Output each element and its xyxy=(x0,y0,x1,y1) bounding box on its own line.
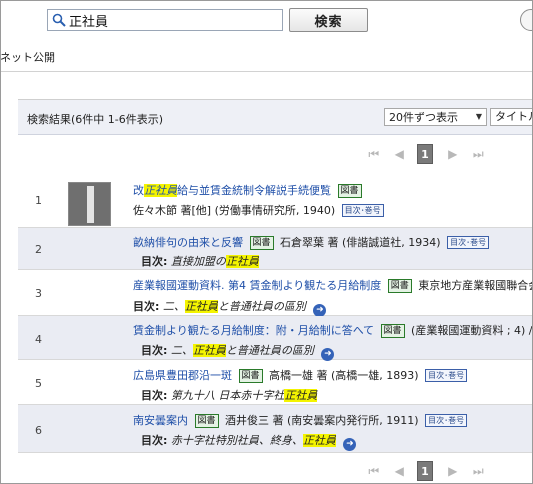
toc-volume-button[interactable]: 目次･巻号 xyxy=(425,414,468,427)
search-input[interactable]: 正社員 xyxy=(47,9,283,31)
result-title-link[interactable]: 賃金制より観たる月給制度：附・月給制に答へて xyxy=(133,324,374,337)
help-circle-icon[interactable] xyxy=(520,9,533,31)
result-title-link[interactable]: 南安曇案内 xyxy=(133,414,188,427)
result-number: 1 xyxy=(35,194,42,207)
next-page-icon[interactable]: ▶ xyxy=(445,144,461,164)
result-row: 6 南安曇案内 図書 酒井俊三 著 (南安曇案内発行所, 1911) 目次･巻号… xyxy=(18,405,533,453)
per-page-value: 20件ずつ表示 xyxy=(389,111,458,124)
nav-item-internet-public[interactable]: ネット公開 xyxy=(0,49,55,65)
prev-page-icon[interactable]: ◀ xyxy=(392,461,408,481)
toc-label: 目次: xyxy=(141,255,168,268)
toc-volume-button[interactable]: 目次･巻号 xyxy=(341,204,384,217)
book-badge: 図書 xyxy=(238,369,263,383)
result-row: 5 広島県豊田郡沿一斑 図書 高橋一雄 著 (高橋一雄, 1893) 目次･巻号… xyxy=(18,360,533,405)
result-number: 4 xyxy=(35,333,42,346)
result-title-line: 産業報國運動資料. 第4 賃金制より観たる月給制度 図書 東京地方産業報國聯合会 xyxy=(133,277,533,293)
results-count: 検索結果(6件中 1-6件表示) xyxy=(27,113,164,126)
result-row: 2 畝納俳句の由来と反響 図書 石倉翠葉 著 (俳諧誠道社, 1934) 目次･… xyxy=(18,228,533,270)
toc-volume-button[interactable]: 目次･巻号 xyxy=(447,236,490,249)
result-toc-line: 目次: 直接加盟の正社員 xyxy=(141,253,259,269)
nav-strip: ネット公開 xyxy=(0,40,533,72)
book-badge: 図書 xyxy=(380,324,405,338)
toc-volume-button[interactable]: 目次･巻号 xyxy=(425,369,468,382)
toc-text: 赤十字社特別社員、終身、正社員 xyxy=(170,434,336,447)
book-badge: 図書 xyxy=(337,184,362,198)
search-button[interactable]: 検索 xyxy=(289,8,368,32)
toc-text: 二、正社員と普通社員の區別 xyxy=(162,300,306,313)
book-badge: 図書 xyxy=(387,279,412,293)
toc-label: 目次: xyxy=(141,434,168,447)
toc-label: 目次: xyxy=(133,300,160,313)
current-page[interactable]: 1 xyxy=(417,144,433,164)
results-header: 検索結果(6件中 1-6件表示) 20件ずつ表示 ▼ タイトル xyxy=(18,100,533,135)
book-badge: 図書 xyxy=(249,236,274,250)
result-author: 石倉翠葉 著 (俳諧誠道社, 1934) xyxy=(280,236,441,249)
first-page-icon[interactable]: ⏮ xyxy=(366,461,382,481)
result-title-link[interactable]: 畝納俳句の由来と反響 xyxy=(133,236,243,249)
result-number: 5 xyxy=(35,377,42,390)
next-page-icon[interactable]: ▶ xyxy=(445,461,461,481)
arrow-right-icon[interactable]: ➜ xyxy=(343,438,357,451)
result-title-line: 南安曇案内 図書 酒井俊三 著 (南安曇案内発行所, 1911) 目次･巻号 xyxy=(133,412,468,428)
prev-page-icon[interactable]: ◀ xyxy=(392,144,408,164)
result-toc-line: 目次: 第九十八 日本赤十字社正社員 xyxy=(141,387,318,403)
toc-label: 目次: xyxy=(141,344,168,357)
result-title-line: 改正社員給与並賃金統制令解説手続便覧 図書 xyxy=(133,182,365,198)
result-row: 4 賃金制より観たる月給制度：附・月給制に答へて 図書 (産業報國運動資料 ; … xyxy=(18,316,533,361)
toc-text: 第九十八 日本赤十字社正社員 xyxy=(170,389,318,402)
result-title-line: 賃金制より観たる月給制度：附・月給制に答へて 図書 (産業報國運動資料 ; 4)… xyxy=(133,322,533,338)
result-toc-line: 目次: 赤十字社特別社員、終身、正社員 ➜ xyxy=(141,432,357,451)
last-page-icon[interactable]: ⏭ xyxy=(471,461,487,481)
result-row: 1 改正社員給与並賃金統制令解説手続便覧 図書 佐々木節 著[他] (労働事情研… xyxy=(18,171,533,228)
current-page[interactable]: 1 xyxy=(417,461,433,481)
results-panel: 検索結果(6件中 1-6件表示) 20件ずつ表示 ▼ タイトル ⏮ ◀ 1 ▶ … xyxy=(18,99,533,484)
result-row: 3 産業報國運動資料. 第4 賃金制より観たる月給制度 図書 東京地方産業報國聯… xyxy=(18,270,533,317)
chevron-down-icon: ▼ xyxy=(475,112,482,121)
result-number: 2 xyxy=(35,243,42,256)
first-page-icon[interactable]: ⏮ xyxy=(366,144,382,164)
result-title-link[interactable]: 広島県豊田郡沿一斑 xyxy=(133,369,232,382)
toc-label: 目次: xyxy=(141,389,168,402)
result-author: 東京地方産業報國聯合会 xyxy=(418,279,533,292)
result-author-line: 佐々木節 著[他] (労働事情研究所, 1940) 目次･巻号 xyxy=(133,202,384,218)
result-author: 佐々木節 著[他] (労働事情研究所, 1940) xyxy=(133,204,336,217)
result-title-line: 畝納俳句の由来と反響 図書 石倉翠葉 著 (俳諧誠道社, 1934) 目次･巻号 xyxy=(133,234,490,250)
result-title-link[interactable]: 産業報國運動資料. 第4 賃金制より観たる月給制度 xyxy=(133,279,381,292)
pager-bottom: ⏮ ◀ 1 ▶ ⏭ xyxy=(366,460,496,482)
book-badge: 図書 xyxy=(194,414,219,428)
result-toc-line: 目次: 二、正社員と普通社員の區別 ➜ xyxy=(133,298,327,317)
search-query: 正社員 xyxy=(69,14,109,30)
sort-select[interactable]: タイトル xyxy=(490,108,533,126)
book-thumbnail[interactable] xyxy=(68,182,111,226)
pager-top: ⏮ ◀ 1 ▶ ⏭ xyxy=(366,143,496,165)
result-number: 3 xyxy=(35,287,42,300)
toc-text: 二、正社員と普通社員の區別 xyxy=(170,344,314,357)
result-author: 酒井俊三 著 (南安曇案内発行所, 1911) xyxy=(225,414,419,427)
result-author: (産業報國運動資料 ; 4) / 東 xyxy=(411,324,533,337)
result-toc-line: 目次: 二、正社員と普通社員の區別 ➜ xyxy=(141,342,335,361)
search-bar: 正社員 検索 xyxy=(0,0,533,40)
search-icon xyxy=(52,13,66,27)
per-page-select[interactable]: 20件ずつ表示 ▼ xyxy=(384,108,487,126)
result-title-link[interactable]: 改正社員給与並賃金統制令解説手続便覧 xyxy=(133,184,331,197)
result-author: 高橋一雄 著 (高橋一雄, 1893) xyxy=(269,369,419,382)
result-title-line: 広島県豊田郡沿一斑 図書 高橋一雄 著 (高橋一雄, 1893) 目次･巻号 xyxy=(133,367,468,383)
result-number: 6 xyxy=(35,424,42,437)
last-page-icon[interactable]: ⏭ xyxy=(471,144,487,164)
toc-text: 直接加盟の正社員 xyxy=(170,255,259,268)
